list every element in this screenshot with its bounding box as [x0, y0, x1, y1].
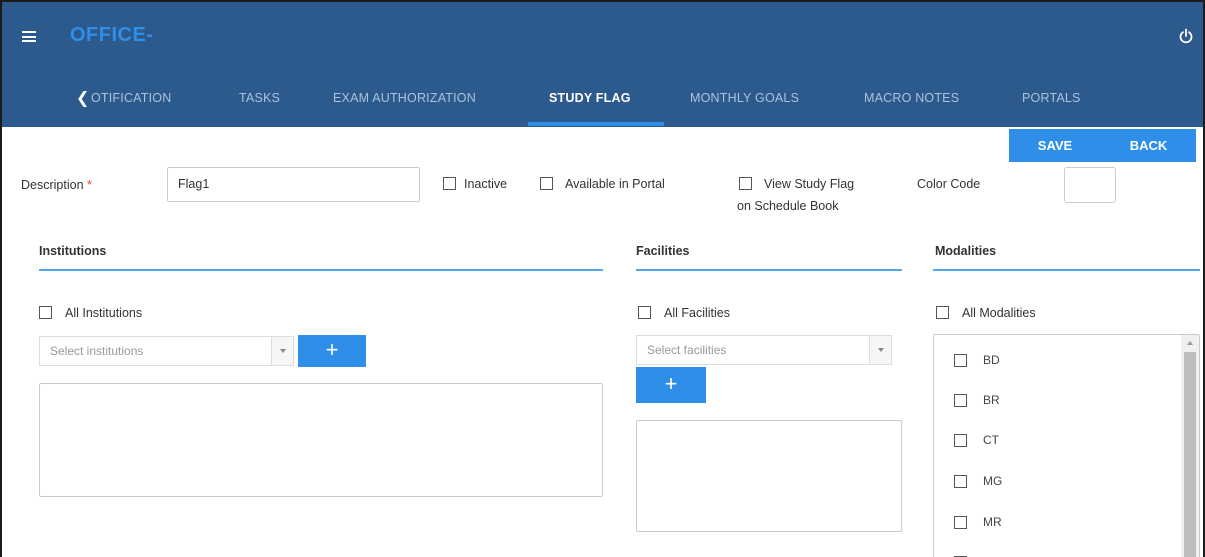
- all-facilities-label: All Facilities: [664, 306, 730, 320]
- modality-br-checkbox[interactable]: [954, 394, 967, 407]
- modality-mr-label: MR: [983, 515, 1002, 529]
- available-in-portal-checkbox[interactable]: [540, 177, 553, 190]
- facilities-divider: [636, 269, 902, 271]
- modality-br-label: BR: [983, 393, 1000, 407]
- view-on-schedule-book-checkbox[interactable]: [739, 177, 752, 190]
- modality-bd-checkbox[interactable]: [954, 354, 967, 367]
- view-on-schedule-book-label-line1: View Study Flag: [764, 177, 855, 191]
- facilities-title: Facilities: [636, 244, 690, 258]
- plus-icon: +: [664, 371, 678, 396]
- modality-mg-label: MG: [983, 474, 1003, 488]
- institutions-title: Institutions: [39, 244, 107, 258]
- modality-ct-label: CT: [983, 433, 999, 447]
- modality-mr-checkbox[interactable]: [954, 516, 967, 529]
- tab-bar: ❮ OTIFICATION TASKS EXAM AUTHORIZATION S…: [2, 80, 1203, 127]
- all-facilities-checkbox[interactable]: [638, 306, 651, 319]
- selected-facilities-list[interactable]: [636, 420, 902, 532]
- institutions-divider: [39, 269, 603, 271]
- institutions-select-placeholder: Select institutions: [50, 344, 144, 358]
- description-label: Description *: [21, 178, 92, 192]
- add-institution-button[interactable]: +: [298, 335, 366, 367]
- inactive-checkbox[interactable]: [443, 177, 456, 190]
- tab-portals[interactable]: PORTALS: [1022, 91, 1081, 105]
- power-icon[interactable]: [1178, 28, 1194, 44]
- tab-tasks[interactable]: TASKS: [239, 91, 280, 105]
- modality-mg-checkbox[interactable]: [954, 475, 967, 488]
- color-code-picker[interactable]: [1064, 167, 1116, 203]
- view-on-schedule-book-label-line2: on Schedule Book: [737, 199, 839, 213]
- required-marker: *: [87, 178, 92, 192]
- tab-study-flag[interactable]: STUDY FLAG: [549, 91, 631, 105]
- facilities-select-placeholder: Select facilities: [647, 343, 727, 357]
- plus-icon: +: [325, 337, 339, 362]
- scroll-up-icon[interactable]: [1187, 341, 1193, 345]
- tab-macro-notes[interactable]: MACRO NOTES: [864, 91, 959, 105]
- app-header: OFFICE- ❮ OTIFICATION TASKS EXAM AUTHORI…: [2, 2, 1203, 127]
- all-institutions-checkbox[interactable]: [39, 306, 52, 319]
- save-button[interactable]: SAVE: [1009, 129, 1101, 162]
- tab-notification[interactable]: OTIFICATION: [91, 91, 171, 105]
- modalities-list[interactable]: BD BR CT MG MR: [933, 334, 1200, 557]
- inactive-label: Inactive: [464, 177, 508, 191]
- active-tab-indicator: [528, 122, 664, 126]
- add-facility-button[interactable]: +: [636, 367, 706, 403]
- modality-ct-checkbox[interactable]: [954, 434, 967, 447]
- selected-institutions-list[interactable]: [39, 383, 603, 497]
- description-input[interactable]: Flag1: [167, 167, 420, 202]
- tab-exam-authorization[interactable]: EXAM AUTHORIZATION: [333, 91, 476, 105]
- app-title: OFFICE-: [70, 24, 154, 46]
- chevron-left-icon[interactable]: ❮: [76, 88, 89, 108]
- color-code-label: Color Code: [917, 177, 981, 191]
- modalities-divider: [933, 269, 1200, 271]
- available-in-portal-label: Available in Portal: [565, 177, 665, 191]
- facilities-select[interactable]: Select facilities: [636, 335, 892, 365]
- dropdown-arrow-icon[interactable]: [869, 336, 891, 364]
- all-institutions-label: All Institutions: [65, 306, 143, 320]
- modalities-title: Modalities: [935, 244, 997, 258]
- dropdown-arrow-icon[interactable]: [271, 337, 293, 365]
- scrollbar-thumb[interactable]: [1184, 352, 1196, 557]
- all-modalities-label: All Modalities: [962, 306, 1036, 320]
- modality-bd-label: BD: [983, 353, 1000, 367]
- institutions-select[interactable]: Select institutions: [39, 336, 294, 366]
- all-modalities-checkbox[interactable]: [936, 306, 949, 319]
- tab-monthly-goals[interactable]: MONTHLY GOALS: [690, 91, 799, 105]
- app-frame: OFFICE- ❮ OTIFICATION TASKS EXAM AUTHORI…: [0, 0, 1205, 557]
- back-button[interactable]: BACK: [1101, 129, 1196, 162]
- hamburger-menu-icon[interactable]: [22, 31, 36, 42]
- modalities-scrollbar[interactable]: [1181, 335, 1199, 557]
